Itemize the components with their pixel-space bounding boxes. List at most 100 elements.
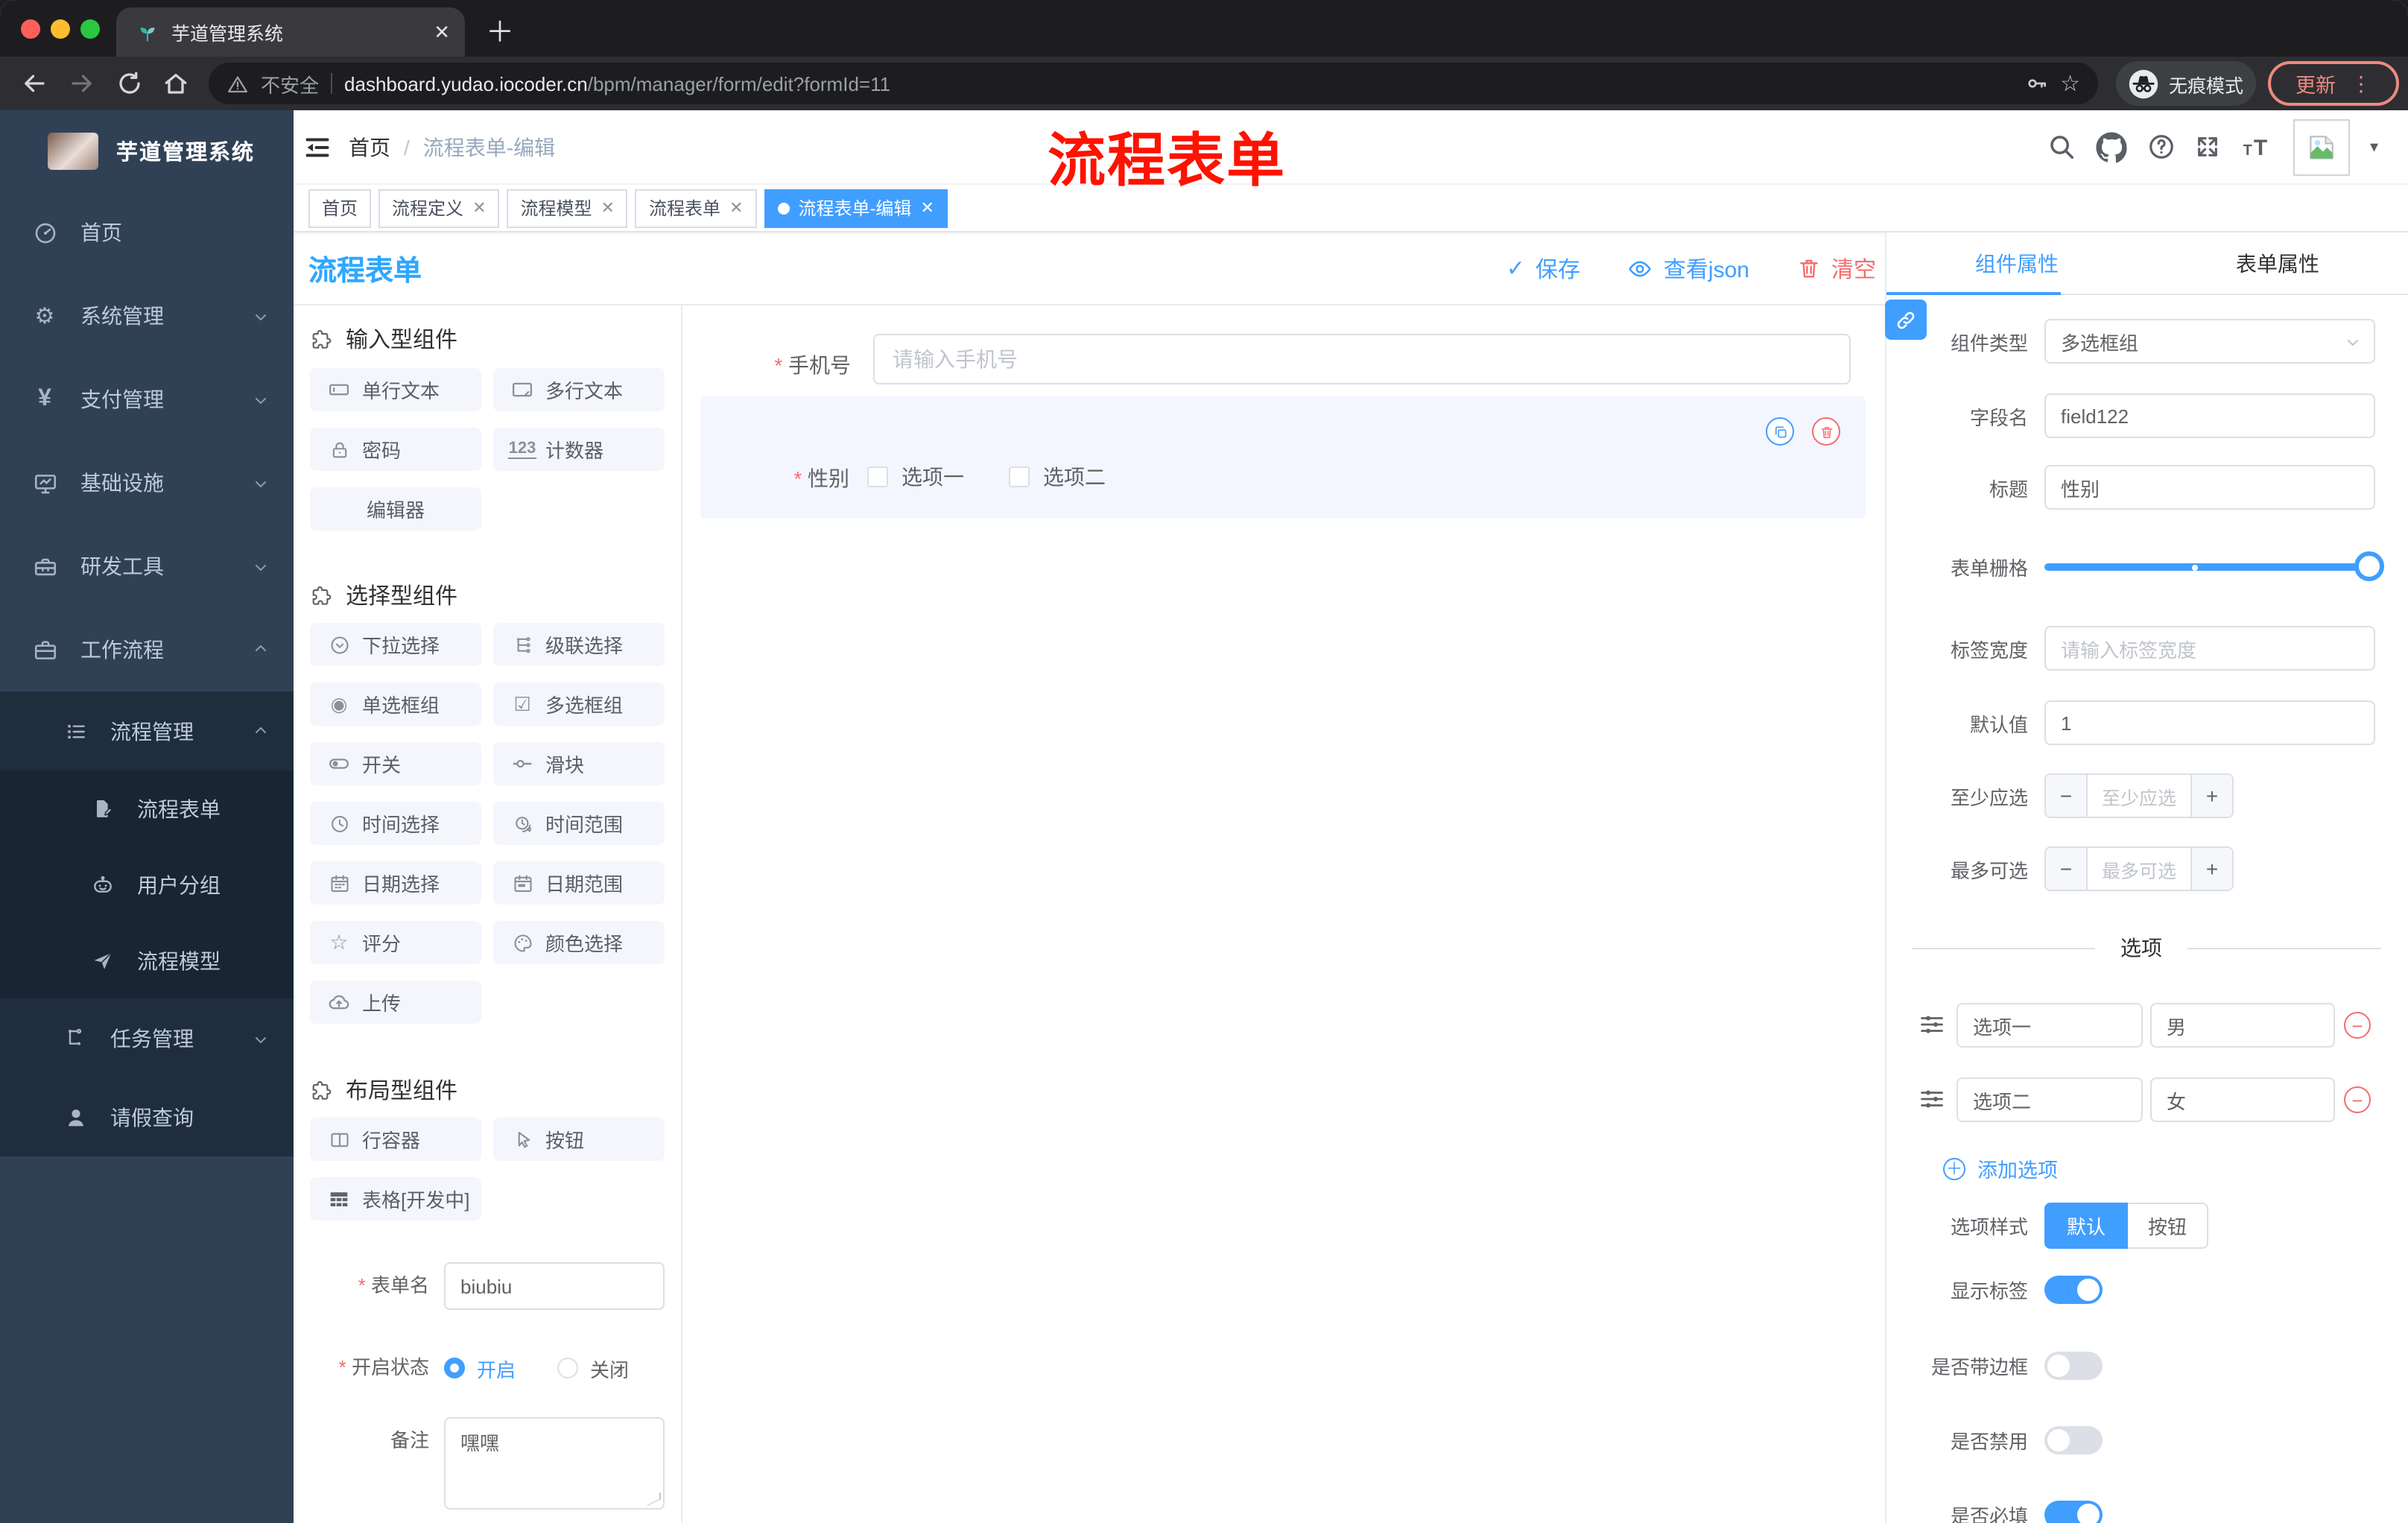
- sidebar-item-task-mgmt[interactable]: 任务管理: [0, 998, 294, 1077]
- field-name-input[interactable]: field122: [2044, 393, 2375, 438]
- slider-track[interactable]: [2044, 563, 2371, 571]
- view-json-button[interactable]: 查看json: [1628, 253, 1749, 284]
- tag-close-icon[interactable]: ✕: [601, 198, 615, 218]
- not-secure-warning-icon[interactable]: [226, 72, 249, 95]
- sidebar-item-process-mgmt[interactable]: 流程管理: [0, 691, 294, 770]
- component-slider[interactable]: 滑块: [493, 742, 665, 785]
- style-default-button[interactable]: 默认: [2044, 1203, 2128, 1249]
- remove-option-button[interactable]: −: [2344, 1012, 2371, 1039]
- font-size-icon[interactable]: [2240, 132, 2275, 162]
- component-upload[interactable]: 上传: [310, 981, 481, 1024]
- sidebar-item-system[interactable]: ⚙ 系统管理: [0, 274, 294, 358]
- sidebar-item-process-model[interactable]: 流程模型: [0, 922, 294, 998]
- tab-close-icon[interactable]: ✕: [434, 20, 450, 44]
- reload-icon[interactable]: [116, 70, 143, 97]
- tag-process-form-edit[interactable]: 流程表单-编辑 ✕: [764, 189, 948, 227]
- tag-process-model[interactable]: 流程模型 ✕: [507, 189, 628, 227]
- stepper-minus-button[interactable]: −: [2046, 775, 2088, 817]
- back-icon[interactable]: [21, 70, 48, 97]
- security-label[interactable]: 不安全: [261, 69, 319, 98]
- add-option-button[interactable]: ＋ 添加选项: [1943, 1153, 2058, 1183]
- gender-field-selected-row[interactable]: 性别 选项一 选项二: [700, 396, 1866, 519]
- component-rate[interactable]: ☆ 评分: [310, 921, 481, 964]
- component-row-container[interactable]: 行容器: [310, 1118, 481, 1161]
- duplicate-field-button[interactable]: [1766, 417, 1794, 446]
- component-type-select[interactable]: 多选框组: [2044, 319, 2375, 364]
- url-text[interactable]: dashboard.yudao.iocoder.cn/bpm/manager/f…: [344, 72, 890, 95]
- default-value-input[interactable]: 1: [2044, 700, 2375, 745]
- avatar-dropdown-caret-icon[interactable]: ▾: [2370, 137, 2378, 156]
- search-icon[interactable]: [2048, 133, 2076, 161]
- component-multi-text[interactable]: 多行文本: [493, 368, 665, 411]
- component-radio-group[interactable]: ◉ 单选框组: [310, 683, 481, 726]
- question-help-icon[interactable]: [2148, 133, 2176, 161]
- required-toggle[interactable]: [2044, 1501, 2103, 1523]
- forward-icon[interactable]: [69, 70, 95, 97]
- home-icon[interactable]: [162, 70, 189, 97]
- option2-label-input[interactable]: 选项二: [1956, 1077, 2143, 1122]
- component-time-picker[interactable]: 时间选择: [310, 802, 481, 845]
- fullscreen-icon[interactable]: [2196, 134, 2221, 159]
- browser-tab[interactable]: 芋道管理系统 ✕: [116, 7, 465, 57]
- tag-close-icon[interactable]: ✕: [920, 198, 934, 218]
- option2-value-input[interactable]: 女: [2150, 1077, 2335, 1122]
- stepper-minus-button[interactable]: −: [2046, 848, 2088, 890]
- traffic-light-close[interactable]: [21, 19, 40, 39]
- breadcrumb-home[interactable]: 首页: [349, 132, 390, 162]
- grid-slider[interactable]: [2044, 548, 2384, 584]
- sidebar-item-leave-query[interactable]: 请假查询: [0, 1077, 294, 1156]
- chrome-menu-kebab-icon[interactable]: ⋮: [2351, 71, 2371, 96]
- form-canvas[interactable]: 手机号 请输入手机号 性别 选项一 选项二: [681, 305, 1885, 1523]
- remark-textarea[interactable]: 嘿嘿: [444, 1417, 665, 1510]
- tag-close-icon[interactable]: ✕: [472, 198, 486, 218]
- component-password[interactable]: 密码: [310, 428, 481, 471]
- traffic-light-zoom[interactable]: [80, 19, 100, 39]
- style-button-button[interactable]: 按钮: [2128, 1203, 2208, 1249]
- sidebar-item-infra[interactable]: 基础设施: [0, 441, 294, 525]
- option1-label-input[interactable]: 选项一: [1956, 1003, 2143, 1048]
- gender-checkbox-option1[interactable]: 选项一: [867, 462, 964, 492]
- status-radio-off[interactable]: 关闭: [557, 1354, 629, 1382]
- sidebar-item-payment[interactable]: ¥ 支付管理: [0, 358, 294, 441]
- component-date-picker[interactable]: 日期选择: [310, 861, 481, 905]
- tag-close-icon[interactable]: ✕: [729, 198, 743, 218]
- component-select[interactable]: 下拉选择: [310, 623, 481, 666]
- status-radio-on[interactable]: 开启: [444, 1354, 516, 1382]
- drag-handle-icon[interactable]: [1919, 1012, 1945, 1039]
- component-table[interactable]: 表格[开发中]: [310, 1177, 481, 1220]
- disabled-toggle[interactable]: [2044, 1426, 2103, 1454]
- sidebar-item-user-group[interactable]: 用户分组: [0, 846, 294, 922]
- slider-handle[interactable]: [2354, 551, 2384, 581]
- github-icon[interactable]: [2096, 130, 2129, 163]
- clear-button[interactable]: 清空: [1797, 253, 1876, 284]
- remove-option-button[interactable]: −: [2344, 1086, 2371, 1113]
- gender-checkbox-option2[interactable]: 选项二: [1009, 462, 1106, 492]
- sidebar-fold-icon[interactable]: [304, 133, 331, 160]
- component-editor[interactable]: 编辑器: [310, 487, 481, 531]
- component-time-range[interactable]: 时间范围: [493, 802, 665, 845]
- chrome-update-button[interactable]: 更新 ⋮: [2268, 61, 2399, 106]
- password-key-icon[interactable]: [2024, 72, 2048, 95]
- stepper-plus-button[interactable]: +: [2190, 775, 2232, 817]
- resize-grip[interactable]: [647, 1492, 662, 1507]
- component-date-range[interactable]: 日期范围: [493, 861, 665, 905]
- component-counter[interactable]: 123 计数器: [493, 428, 665, 471]
- tab-component-props[interactable]: 组件属性: [1886, 232, 2147, 294]
- sidebar-item-workflow[interactable]: 工作流程: [0, 608, 294, 691]
- min-select-input[interactable]: 至少应选: [2088, 775, 2190, 817]
- traffic-light-minimize[interactable]: [51, 19, 70, 39]
- show-label-toggle[interactable]: [2044, 1276, 2103, 1304]
- avatar[interactable]: [2293, 118, 2351, 175]
- component-switch[interactable]: 开关: [310, 742, 481, 785]
- component-cascader[interactable]: 级联选择: [493, 623, 665, 666]
- component-button[interactable]: 按钮: [493, 1118, 665, 1161]
- form-name-input[interactable]: biubiu: [444, 1262, 665, 1310]
- phone-field-input[interactable]: 请输入手机号: [873, 334, 1851, 384]
- sidebar-item-home[interactable]: 首页: [0, 191, 294, 274]
- sidebar-item-devtools[interactable]: 研发工具: [0, 525, 294, 608]
- component-single-text[interactable]: 单行文本: [310, 368, 481, 411]
- link-tab-button[interactable]: [1885, 300, 1927, 340]
- tab-form-props[interactable]: 表单属性: [2147, 232, 2408, 294]
- sidebar-item-process-form[interactable]: 流程表单: [0, 770, 294, 846]
- tag-process-definition[interactable]: 流程定义 ✕: [378, 189, 500, 227]
